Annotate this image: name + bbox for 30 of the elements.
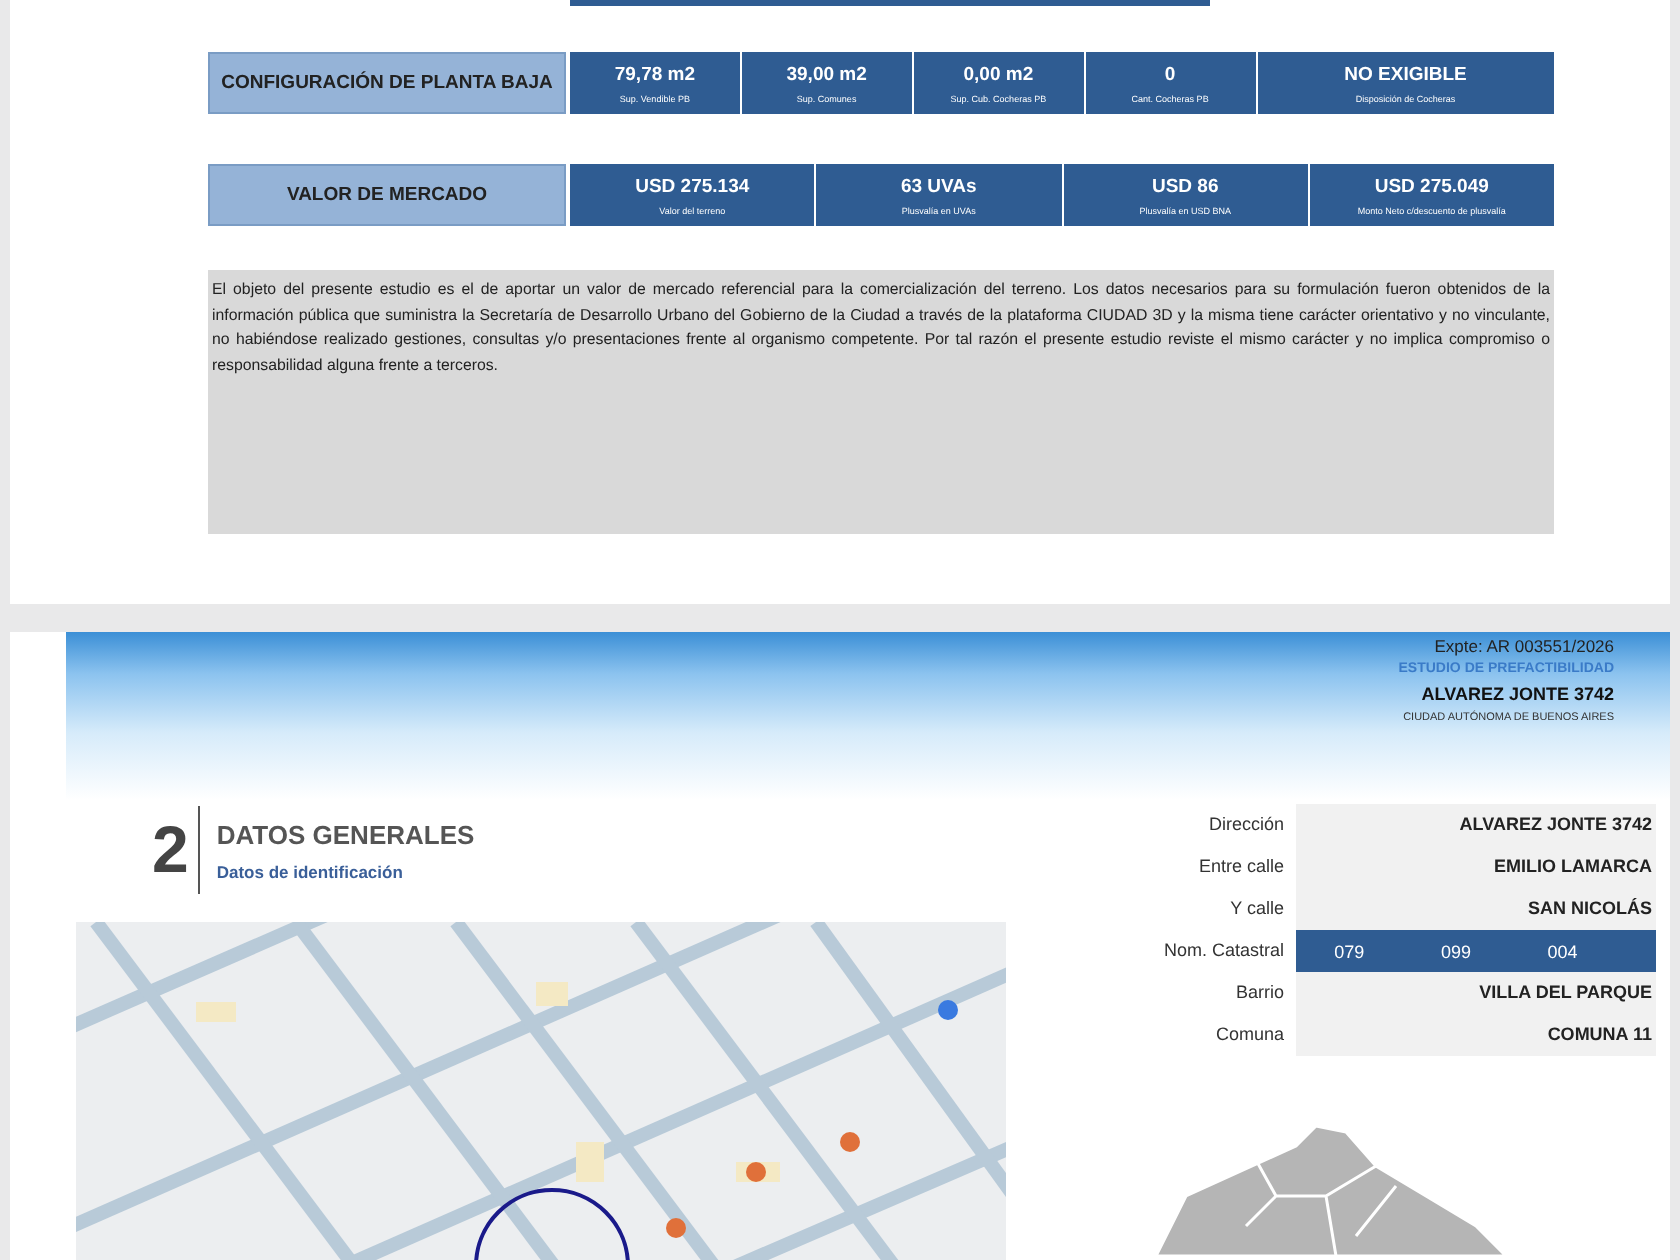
- cadastral-part: 099: [1440, 941, 1471, 961]
- cell-value: USD 275.134: [635, 175, 750, 197]
- field-value: SAN NICOLÁS: [1296, 888, 1656, 930]
- row-heading: CONFIGURACIÓN DE PLANTA BAJA: [208, 52, 566, 114]
- field-label: Dirección: [1206, 812, 1286, 838]
- cell-value: USD 275.049: [1374, 175, 1489, 197]
- cell-value: 63 UVAs: [900, 175, 977, 197]
- cadastral-part: 004: [1547, 941, 1578, 961]
- cell-value: 39,00 m2: [786, 63, 867, 85]
- cell-value: USD 86: [1151, 175, 1219, 197]
- cell-value: 79,78 m2: [614, 63, 696, 85]
- cadastral-part: 079: [1334, 941, 1365, 961]
- cell-value: NO EXIGIBLE: [1344, 63, 1467, 85]
- section-title: DATOS GENERALES: [216, 819, 475, 849]
- cell-value: 0,00 m2: [963, 63, 1034, 85]
- field-label: Comuna: [1213, 1022, 1286, 1048]
- header-address: ALVAREZ JONTE 3742: [1421, 684, 1614, 704]
- field-value: ALVAREZ JONTE 3742: [1296, 804, 1656, 846]
- field-label: Y calle: [1228, 896, 1286, 922]
- field-value: COMUNA 11: [1296, 1014, 1656, 1056]
- section-number: 2: [152, 806, 201, 894]
- field-label: Entre calle: [1196, 854, 1286, 880]
- cell-value: 0: [1164, 63, 1176, 85]
- field-label: Barrio: [1233, 980, 1286, 1006]
- field-label: Nom. Catastral: [1161, 938, 1286, 964]
- field-value: EMILIO LAMARCA: [1296, 846, 1656, 888]
- field-value: VILLA DEL PARQUE: [1296, 972, 1656, 1014]
- row-heading: VALOR DE MERCADO: [208, 164, 566, 226]
- file-number: Expte: AR 003551/2026: [1434, 636, 1614, 656]
- section-subtitle: Datos de identificación: [216, 861, 405, 881]
